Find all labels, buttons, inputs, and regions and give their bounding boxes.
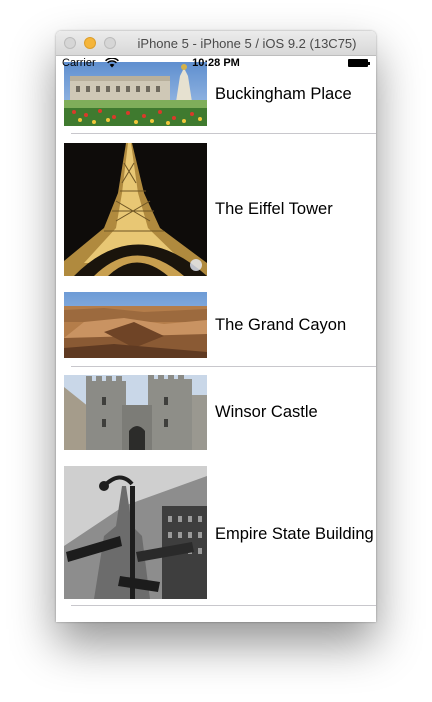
grand-canyon-photo (64, 292, 207, 358)
eiffel-tower-photo (64, 143, 207, 276)
list-item[interactable]: Empire State Building (56, 459, 376, 606)
status-time: 10:28 PM (192, 57, 240, 69)
list-item[interactable]: Winsor Castle (56, 367, 376, 459)
list-item[interactable]: The Grand Cayon (56, 278, 376, 367)
window-title: iPhone 5 - iPhone 5 / iOS 9.2 (13C75) (137, 36, 357, 51)
row-title: The Grand Cayon (215, 316, 347, 334)
minimize-button[interactable] (84, 37, 96, 49)
row-title: Buckingham Place (215, 85, 352, 103)
battery-icon (348, 59, 370, 67)
status-bar: Carrier 10:28 PM (56, 56, 376, 70)
windsor-castle-photo (64, 375, 207, 450)
row-title: Winsor Castle (215, 403, 318, 421)
row-title: The Eiffel Tower (215, 200, 333, 218)
buckingham-palace-photo (64, 62, 207, 126)
window-titlebar[interactable]: iPhone 5 - iPhone 5 / iOS 9.2 (13C75) (56, 31, 376, 56)
zoom-button[interactable] (104, 37, 116, 49)
empire-state-building-photo (64, 466, 207, 599)
iphone-screen: Carrier 10:28 PM Buckingham Place The Ei… (56, 56, 376, 622)
row-separator (71, 605, 376, 606)
simulator-window: iPhone 5 - iPhone 5 / iOS 9.2 (13C75) Ca… (56, 31, 376, 622)
close-button[interactable] (64, 37, 76, 49)
row-title: Empire State Building (215, 525, 374, 543)
list-item[interactable]: The Eiffel Tower (56, 134, 376, 278)
